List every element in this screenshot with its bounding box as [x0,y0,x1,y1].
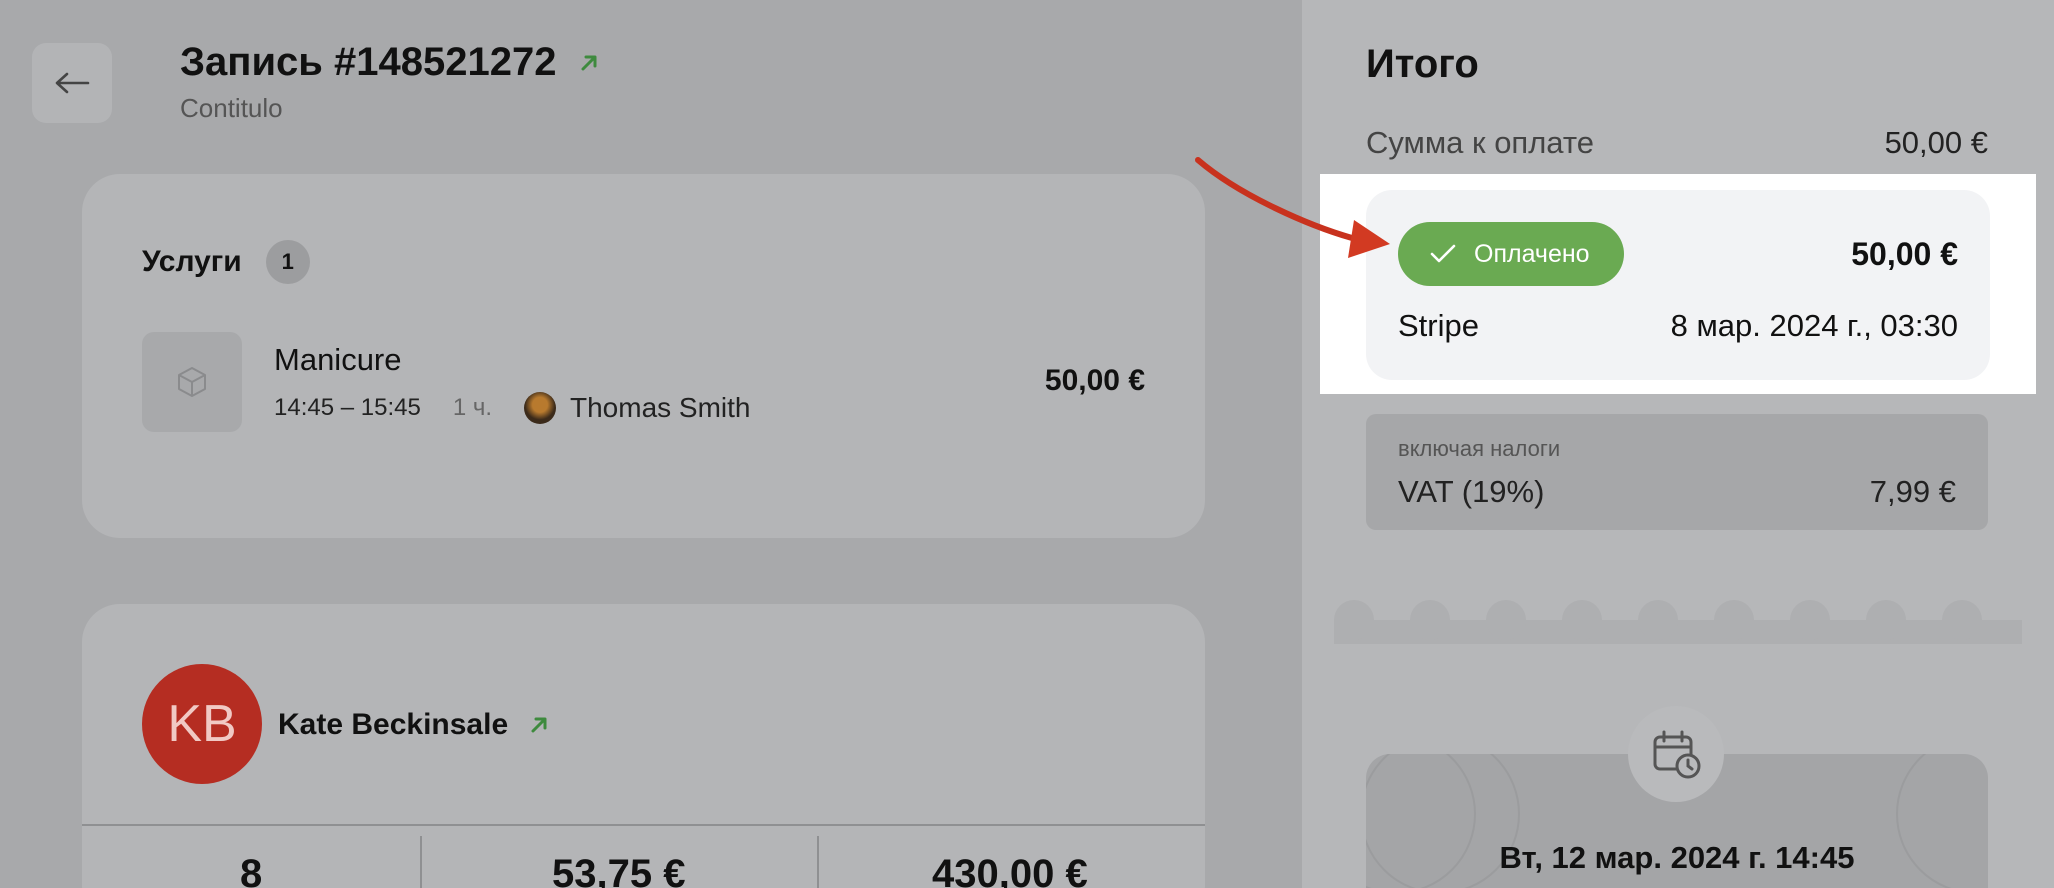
amount-due-label: Сумма к оплате [1366,125,1594,160]
tax-summary: включая налоги VAT (19%) 7,99 € [1366,414,1988,530]
client-stat-total: 430,00 € [932,852,1088,888]
calendar-clock-icon [1653,730,1701,779]
page-subtitle: Contitulo [180,93,283,123]
client-stat-average: 53,75 € [552,852,686,888]
page-header: Запись #148521272 Contitulo [180,40,600,124]
tax-label: включая налоги [1398,436,1561,461]
client-name[interactable]: Kate Beckinsale [278,708,508,742]
payment-highlight: Оплачено 50,00 € Stripe 8 мар. 2024 г., … [1320,174,2036,394]
calendar-badge [1628,706,1724,802]
service-thumbnail [142,332,242,432]
payment-amount: 50,00 € [1851,236,1958,272]
box-icon [178,367,206,397]
divider [817,836,819,888]
appointment-details-panel: Запись #148521272 Contitulo Услуги 1 Man… [0,0,1302,888]
payment-date: 8 мар. 2024 г., 03:30 [1670,308,1958,343]
client-stat-visits: 8 [240,852,263,888]
tax-value: 7,99 € [1869,474,1956,509]
appointment-date: Вт, 12 мар. 2024 г. 14:45 [1499,840,1855,875]
payment-card[interactable]: Оплачено 50,00 € Stripe 8 мар. 2024 г., … [1366,190,1990,380]
service-meta: 14:45 – 15:45 1 ч. Thomas Smith [274,392,751,424]
back-button[interactable] [32,43,112,123]
check-icon [1430,244,1456,263]
staff-avatar [524,392,556,424]
service-time: 14:45 – 15:45 [274,394,421,421]
staff-name: Thomas Smith [570,392,751,423]
paid-status-label: Оплачено [1474,239,1590,268]
amount-due-value: 50,00 € [1884,125,1988,160]
services-heading: Услуги [142,245,242,278]
services-card: Услуги 1 Manicure 14:45 – 15:45 1 ч. Tho… [82,174,1205,538]
services-count-badge: 1 [265,240,310,284]
paid-status-badge[interactable]: Оплачено [1398,222,1624,286]
service-price: 50,00 € [1044,364,1145,397]
client-name-row[interactable]: Kate Beckinsale [278,708,550,742]
summary-panel: Итого Сумма к оплате 50,00 € включая нал… [1302,0,2054,888]
receipt-edge [1334,600,2022,648]
client-avatar: KB [142,664,262,784]
arrow-left-icon [55,72,90,94]
page-title: Запись #148521272 [180,40,557,84]
divider [82,824,1205,826]
external-link-icon[interactable] [528,714,550,736]
service-name[interactable]: Manicure [274,342,402,378]
external-link-icon[interactable] [578,52,600,74]
client-card: KB Kate Beckinsale 8 53,75 € 430,00 € [82,604,1205,888]
divider [420,836,422,888]
tax-name: VAT (19%) [1398,474,1545,509]
payment-method: Stripe [1398,308,1479,343]
summary-title: Итого [1366,42,1479,86]
service-duration: 1 ч. [452,394,492,421]
